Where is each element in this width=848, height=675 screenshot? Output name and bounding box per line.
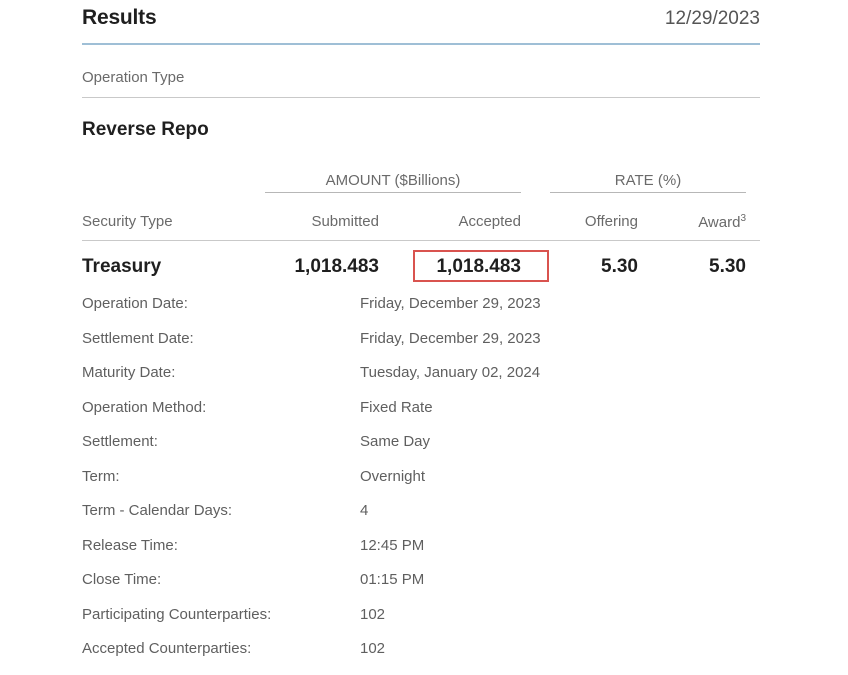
column-header-offering: Offering [584,213,638,230]
detail-label: Release Time: [82,536,178,554]
award-footnote-marker: 3 [740,213,746,224]
results-page: Results 12/29/2023 Operation Type Revers… [0,0,848,675]
detail-label: Term: [82,467,120,485]
detail-value: 102 [360,640,386,657]
row-offering-rate: 5.30 [601,256,638,277]
detail-value: 01:15 PM [360,571,425,588]
detail-label: Term - Calendar Days: [82,502,233,519]
page-title: Results [82,6,157,29]
row-award-rate: 5.30 [709,256,746,277]
detail-value: Same Day [360,433,431,450]
detail-value: Overnight [360,467,426,485]
section-title: Reverse Repo [82,119,209,140]
row-security-type: Treasury [82,256,162,277]
detail-value: Fixed Rate [360,398,433,416]
header-divider [82,43,760,45]
detail-value: 12:45 PM [360,536,425,554]
detail-label: Maturity Date: [82,364,176,381]
column-header-award: Award3 [660,213,746,231]
rate-group-header: RATE (%) [614,172,682,189]
amount-group-header: AMOUNT ($Billions) [325,172,461,189]
detail-label: Operation Date: [82,295,188,312]
award-label: Award [698,214,741,231]
operation-type-divider [82,97,760,98]
detail-value: Tuesday, January 02, 2024 [360,364,541,381]
detail-label: Accepted Counterparties: [82,640,252,657]
detail-value: Friday, December 29, 2023 [360,295,541,312]
rate-group-divider [550,192,746,193]
amount-group-divider [265,192,521,193]
column-header-accepted: Accepted [458,213,521,230]
column-header-security-type: Security Type [82,213,173,230]
detail-value: Friday, December 29, 2023 [360,329,541,347]
detail-label: Participating Counterparties: [82,605,272,623]
detail-value: 102 [360,605,386,623]
results-date: 12/29/2023 [664,8,760,29]
detail-label: Close Time: [82,571,162,588]
detail-label: Settlement: [82,433,158,450]
detail-label: Operation Method: [82,398,207,416]
accepted-highlight-box [413,250,549,282]
operation-type-label: Operation Type [82,69,185,86]
row-submitted-amount: 1,018.483 [294,256,379,277]
detail-label: Settlement Date: [82,329,194,347]
column-header-submitted: Submitted [311,213,379,230]
table-header-divider [82,240,760,241]
detail-value: 4 [360,502,369,519]
